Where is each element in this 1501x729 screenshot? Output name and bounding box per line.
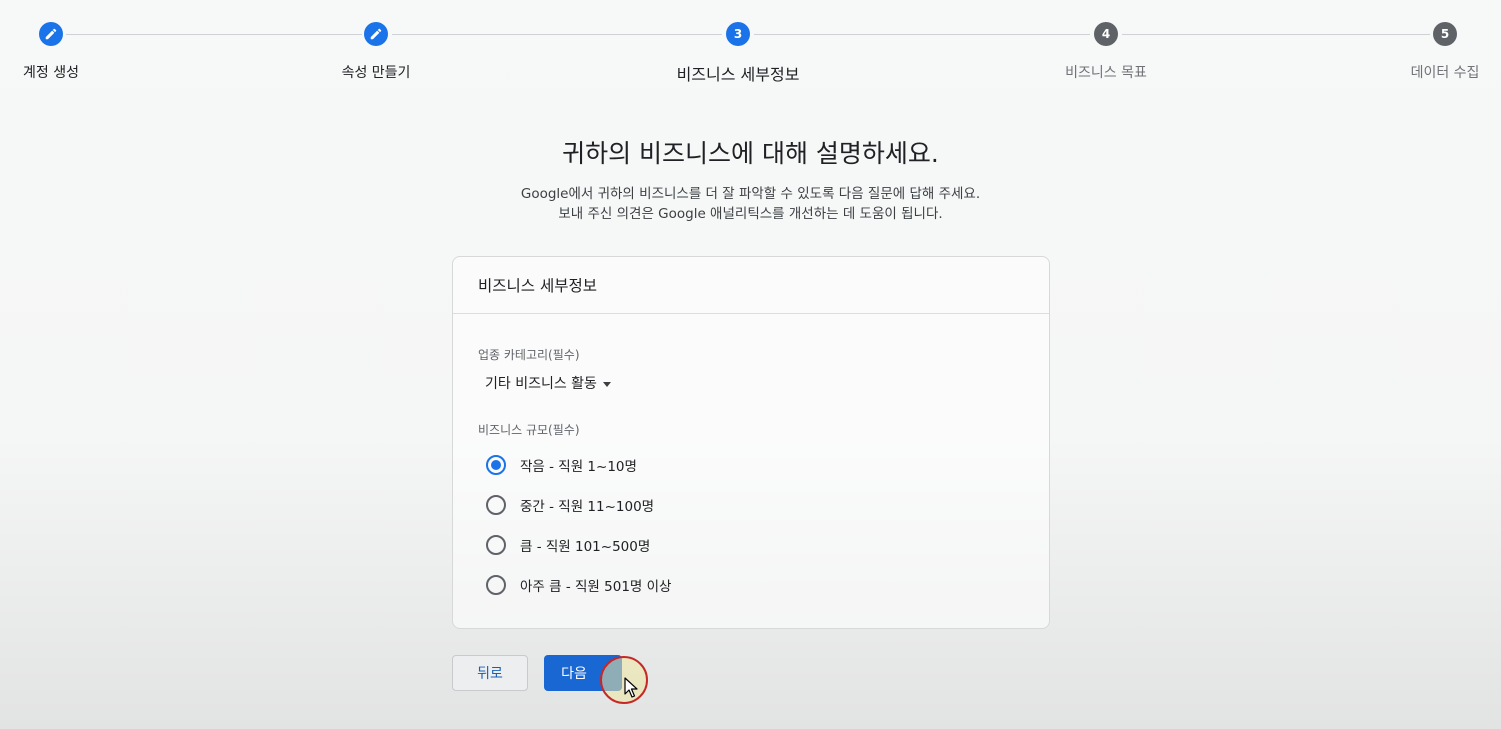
size-option-label: 아주 큼 - 직원 501명 이상 bbox=[520, 579, 672, 595]
description-line-2: 보내 주신 의견은 Google 애널리틱스를 개선하는 데 도움이 됩니다. bbox=[558, 206, 943, 222]
step-4-circle: 4 bbox=[1094, 22, 1118, 46]
pencil-icon bbox=[45, 28, 57, 40]
step-3-circle: 3 bbox=[726, 22, 750, 46]
step-connector bbox=[392, 34, 722, 35]
step-2-label: 속성 만들기 bbox=[341, 65, 411, 81]
size-option-label: 큼 - 직원 101~500명 bbox=[520, 539, 651, 555]
stepper: 계정 생성 속성 만들기 3 비즈니스 세부정보 4 비즈니스 목표 5 데이터… bbox=[0, 0, 1501, 100]
radio-button[interactable] bbox=[486, 535, 506, 555]
size-option-medium[interactable]: 중간 - 직원 11~100명 bbox=[486, 495, 654, 515]
step-connector bbox=[754, 34, 1090, 35]
radio-button[interactable] bbox=[486, 575, 506, 595]
step-5-circle: 5 bbox=[1433, 22, 1457, 46]
step-connector bbox=[66, 34, 362, 35]
size-option-large[interactable]: 큼 - 직원 101~500명 bbox=[486, 535, 650, 555]
radio-button[interactable] bbox=[486, 495, 506, 515]
size-option-small[interactable]: 작음 - 직원 1~10명 bbox=[486, 455, 637, 475]
step-2-circle[interactable] bbox=[364, 22, 388, 46]
step-1-circle[interactable] bbox=[39, 22, 63, 46]
next-button-label: 다음 bbox=[561, 666, 587, 682]
page-title: 귀하의 비즈니스에 대해 설명하세요. bbox=[562, 139, 939, 168]
page-description: Google에서 귀하의 비즈니스를 더 잘 파악할 수 있도록 다음 질문에 … bbox=[0, 184, 1501, 224]
size-option-label: 중간 - 직원 11~100명 bbox=[520, 499, 655, 515]
industry-category-value: 기타 비즈니스 활동 bbox=[485, 376, 597, 392]
mouse-pointer-icon bbox=[624, 677, 638, 698]
size-option-very-large[interactable]: 아주 큼 - 직원 501명 이상 bbox=[486, 575, 671, 595]
step-1-label: 계정 생성 bbox=[23, 65, 79, 81]
industry-category-label: 업종 카테고리(필수) bbox=[478, 348, 580, 362]
card-header: 비즈니스 세부정보 bbox=[453, 257, 1049, 314]
radio-button-checked[interactable] bbox=[486, 455, 506, 475]
step-connector bbox=[1122, 34, 1430, 35]
description-line-1: Google에서 귀하의 비즈니스를 더 잘 파악할 수 있도록 다음 질문에 … bbox=[520, 186, 981, 202]
business-details-card: 비즈니스 세부정보 업종 카테고리(필수) 기타 비즈니스 활동 비즈니스 규모… bbox=[452, 256, 1050, 629]
step-4-label: 비즈니스 목표 bbox=[1065, 65, 1147, 81]
back-button[interactable]: 뒤로 bbox=[452, 655, 528, 691]
pencil-icon bbox=[370, 28, 382, 40]
caret-down-icon bbox=[602, 381, 611, 387]
business-size-label: 비즈니스 규모(필수) bbox=[478, 423, 580, 437]
size-option-label: 작음 - 직원 1~10명 bbox=[520, 459, 637, 475]
industry-category-dropdown[interactable]: 기타 비즈니스 활동 bbox=[485, 373, 611, 393]
step-5-label: 데이터 수집 bbox=[1410, 65, 1480, 81]
step-3-label: 비즈니스 세부정보 bbox=[676, 65, 800, 84]
